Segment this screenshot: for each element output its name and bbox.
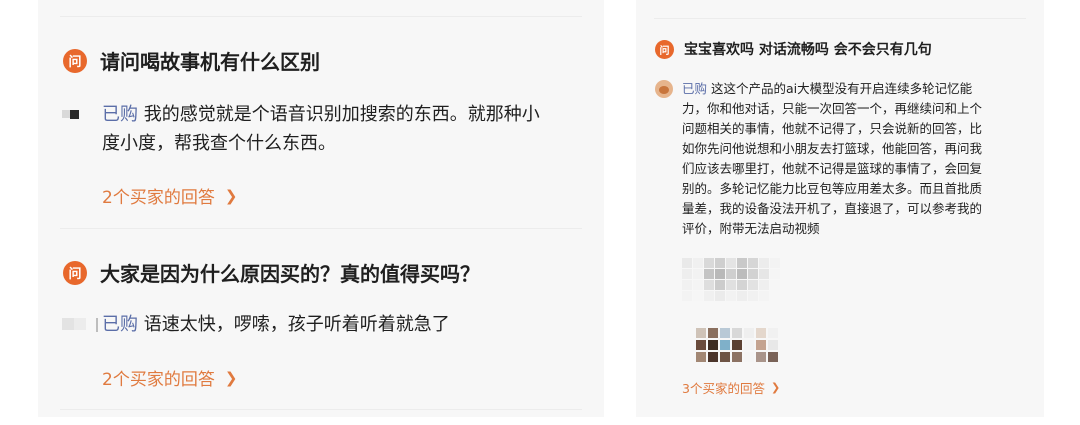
question-title: 大家是因为什么原因买的？真的值得买吗？ bbox=[100, 262, 480, 286]
more-answers-link[interactable]: 2个买家的回答 ❯ bbox=[102, 183, 238, 209]
answer-text: 我的感觉就是个语音识别加搜索的东西。就那种小 bbox=[143, 104, 540, 125]
answer-text: 们应该去哪里打，他就不记得是篮球的事情了，会回复 bbox=[682, 161, 983, 176]
answer-2: 已购 语速太快，啰嗦，孩子听着听着就急了 bbox=[102, 311, 592, 340]
purchased-tag: 已购 bbox=[682, 81, 708, 96]
more-answers-link[interactable]: 2个买家的回答 ❯ bbox=[102, 365, 238, 391]
answer-text: 别的。多轮记忆能力比豆包等应用差太多。而且首批质 bbox=[682, 181, 983, 196]
question-badge-icon: 问 bbox=[655, 39, 674, 59]
answer-text: 语速太快，啰嗦，孩子听着听着就急了 bbox=[143, 314, 450, 335]
chevron-right-icon: ❯ bbox=[224, 368, 238, 387]
answer-3: 已购 这这个产品的ai大模型没有开启连续多轮记忆能 力，你和他对话，只能一次回答… bbox=[682, 79, 1032, 239]
divider bbox=[654, 18, 1026, 19]
answer-text: 问题相关的事情，他就不记得了，只会说新的回答，比 bbox=[682, 121, 983, 136]
more-answers-label: 2个买家的回答 bbox=[102, 188, 215, 208]
chevron-right-icon: ❯ bbox=[224, 186, 238, 205]
more-answers-label: 3个买家的回答 bbox=[682, 381, 765, 396]
purchased-tag: 已购 bbox=[102, 314, 138, 335]
answer-text: 度小度，帮我查个什么东西。 bbox=[102, 132, 336, 154]
answer-text: 量差，我的设备没法开机了，直接退了，可以参考我的 bbox=[682, 201, 983, 216]
attached-image[interactable] bbox=[682, 258, 781, 302]
answer-text: 这这个产品的ai大模型没有开启连续多轮记忆能 bbox=[711, 81, 973, 96]
answer-text: 评价，附带无法启动视频 bbox=[682, 221, 820, 236]
user-avatar bbox=[655, 80, 673, 98]
answer-line: 已购 这这个产品的ai大模型没有开启连续多轮记忆能 bbox=[682, 79, 1032, 99]
answer-1: 已购 我的感觉就是个语音识别加搜索的东西。就那种小 度小度，帮我查个什么东西。 bbox=[102, 101, 592, 159]
question-title: 宝宝喜欢吗 对话流畅吗 会不会只有几句 bbox=[684, 42, 932, 58]
question-badge-icon: 问 bbox=[63, 48, 87, 73]
attached-image[interactable] bbox=[696, 328, 780, 364]
answer-line: 已购 语速太快，啰嗦，孩子听着听着就急了 bbox=[102, 311, 592, 340]
question-title: 请问喝故事机有什么区别 bbox=[100, 50, 320, 74]
user-avatar bbox=[62, 318, 98, 332]
answer-line: 已购 我的感觉就是个语音识别加搜索的东西。就那种小 bbox=[102, 101, 592, 130]
purchased-tag: 已购 bbox=[102, 104, 138, 125]
more-answers-link[interactable]: 3个买家的回答 ❯ bbox=[682, 378, 780, 397]
divider bbox=[60, 228, 582, 229]
divider bbox=[60, 16, 582, 17]
divider bbox=[60, 409, 582, 410]
answer-text: 如你先问他说想和小朋友去打篮球，他能回答，再问我 bbox=[682, 141, 983, 156]
question-2[interactable]: 问 大家是因为什么原因买的？真的值得买吗？ bbox=[63, 258, 480, 287]
chevron-right-icon: ❯ bbox=[770, 381, 781, 394]
more-answers-label: 2个买家的回答 bbox=[102, 370, 215, 390]
question-3[interactable]: 问 宝宝喜欢吗 对话流畅吗 会不会只有几句 bbox=[655, 39, 932, 59]
question-badge-icon: 问 bbox=[63, 260, 87, 285]
question-1[interactable]: 问 请问喝故事机有什么区别 bbox=[63, 46, 320, 75]
answer-text: 力，你和他对话，只能一次回答一个，再继续问和上个 bbox=[682, 101, 983, 116]
user-avatar bbox=[62, 110, 79, 119]
